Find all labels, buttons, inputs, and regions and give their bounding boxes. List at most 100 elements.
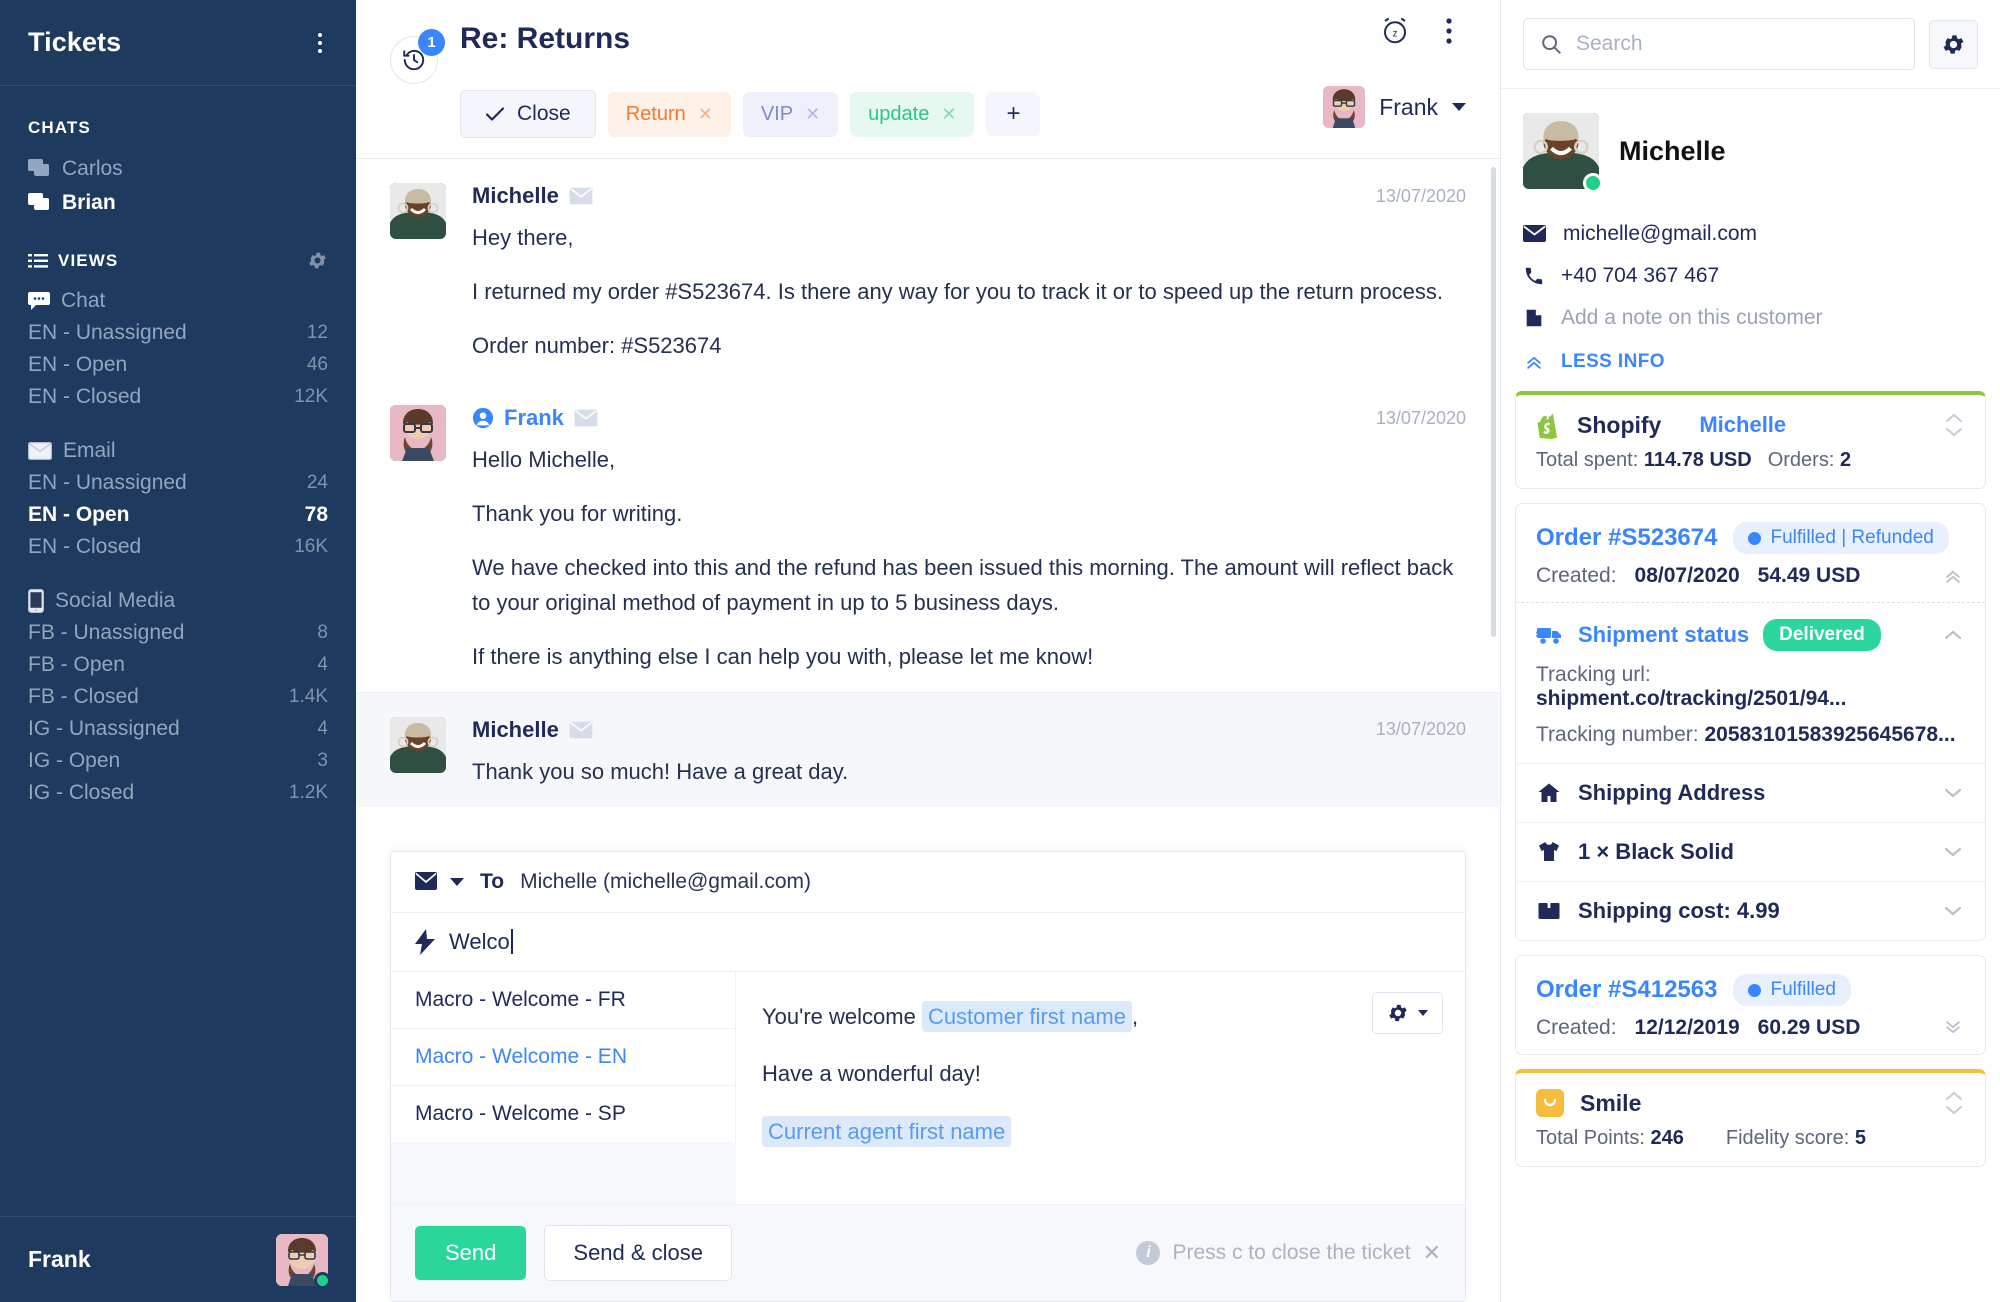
shipping-address-row[interactable]: Shipping Address xyxy=(1516,763,1985,822)
chevron-double-up-icon xyxy=(1523,352,1545,372)
sidebar-chat-brian[interactable]: Brian xyxy=(0,186,356,220)
avatar xyxy=(390,183,446,239)
sidebar-view-email-en-open[interactable]: EN - Open 78 xyxy=(0,499,356,531)
macro-item-fr[interactable]: Macro - Welcome - FR xyxy=(391,972,735,1028)
less-info-toggle[interactable]: LESS INFO xyxy=(1523,339,1978,373)
line-item-row[interactable]: 1 × Black Solid xyxy=(1516,822,1985,881)
sidebar-view-ig-open[interactable]: IG - Open 3 xyxy=(0,745,356,777)
view-count: 16K xyxy=(294,536,328,557)
macro-item-sp[interactable]: Macro - Welcome - SP xyxy=(391,1086,735,1142)
customer-email-row[interactable]: michelle@gmail.com xyxy=(1523,213,1978,255)
sidebar-view-email-en-closed[interactable]: EN - Closed 16K xyxy=(0,531,356,563)
shopify-card-sort-toggle[interactable] xyxy=(1943,412,1965,438)
ticket-header-actions: z xyxy=(1378,14,1466,48)
chevron-down-icon[interactable] xyxy=(1941,904,1965,918)
macro-item-en[interactable]: Macro - Welcome - EN xyxy=(391,1028,735,1086)
info-icon: i xyxy=(1136,1241,1161,1265)
sidebar-settings-gear-icon[interactable] xyxy=(1929,19,1978,69)
sidebar-chat-carlos[interactable]: Carlos xyxy=(0,152,356,186)
thread-scrollbar[interactable] xyxy=(1491,167,1496,637)
sidebar-more-icon[interactable] xyxy=(312,27,328,59)
search-icon xyxy=(1540,33,1562,55)
remove-tag-icon[interactable]: ✕ xyxy=(805,104,820,125)
box-icon xyxy=(1536,899,1562,923)
close-ticket-button[interactable]: Close xyxy=(460,90,596,138)
customer-phone-row[interactable]: +40 704 367 467 xyxy=(1523,255,1978,297)
sidebar-view-ig-unassigned[interactable]: IG - Unassigned 4 xyxy=(0,713,356,745)
macro-search-row[interactable]: Welco xyxy=(391,913,1465,972)
search-container[interactable] xyxy=(1523,18,1915,70)
list-icon xyxy=(28,253,48,269)
view-label: FB - Unassigned xyxy=(28,621,185,644)
ticket-history-button[interactable]: 1 xyxy=(390,29,445,84)
sidebar-view-ig-closed[interactable]: IG - Closed 1.2K xyxy=(0,777,356,809)
sidebar-view-fb-open[interactable]: FB - Open 4 xyxy=(0,649,356,681)
chevron-down-icon[interactable] xyxy=(1941,786,1965,800)
views-section-label: VIEWS xyxy=(0,242,356,285)
view-group-head-social[interactable]: Social Media xyxy=(0,585,356,617)
search-input[interactable] xyxy=(1576,32,1898,56)
sidebar-view-fb-unassigned[interactable]: FB - Unassigned 8 xyxy=(0,617,356,649)
sidebar-view-chat-en-open[interactable]: EN - Open 46 xyxy=(0,349,356,381)
views-settings-gear-icon[interactable] xyxy=(307,250,328,271)
snooze-alarm-icon[interactable]: z xyxy=(1378,14,1412,48)
remove-tag-icon[interactable]: ✕ xyxy=(698,104,713,125)
app-root: Tickets CHATS Carlos Brian VIEWS Chat EN… xyxy=(0,0,2000,1302)
shipment-status-section: Shipment status Delivered Tracking url: … xyxy=(1516,602,1985,763)
sidebar-view-email-en-unassigned[interactable]: EN - Unassigned 24 xyxy=(0,467,356,499)
view-label: EN - Open xyxy=(28,503,130,526)
order-1-id[interactable]: Order #S523674 xyxy=(1536,524,1717,552)
online-status-dot xyxy=(314,1271,331,1289)
sidebar-view-chat-en-unassigned[interactable]: EN - Unassigned 12 xyxy=(0,317,356,349)
channel-selector-envelope-icon[interactable] xyxy=(415,872,464,892)
fidelity-value: 5 xyxy=(1854,1127,1866,1149)
customer-note-row[interactable]: Add a note on this customer xyxy=(1523,297,1978,339)
add-tag-button[interactable]: + xyxy=(986,92,1041,136)
tag-return[interactable]: Return ✕ xyxy=(607,91,731,137)
order-1-created-label: Created: xyxy=(1536,564,1617,587)
macro-settings-button[interactable] xyxy=(1372,992,1443,1034)
message-meta: Michelle 13/07/2020 xyxy=(472,717,1466,743)
shopify-card-header: Shopify Michelle xyxy=(1516,395,1985,445)
ticket-more-icon[interactable] xyxy=(1432,14,1466,48)
tag-vip[interactable]: VIP ✕ xyxy=(742,91,839,137)
order-2-status-text: Fulfilled xyxy=(1770,979,1836,1000)
tracking-number-value[interactable]: 20583101583925645678... xyxy=(1704,723,1955,746)
history-count-badge: 1 xyxy=(418,29,445,56)
shopify-customer-link[interactable]: Michelle xyxy=(1699,412,1786,438)
current-user-name: Frank xyxy=(28,1246,91,1272)
sidebar-view-chat-en-closed[interactable]: EN - Closed 12K xyxy=(0,381,356,413)
shipment-collapse-icon[interactable] xyxy=(1941,628,1965,642)
order-2-id[interactable]: Order #S412563 xyxy=(1536,976,1717,1004)
shipment-status-header[interactable]: Shipment status Delivered xyxy=(1536,619,1965,651)
macro-search-input[interactable]: Welco xyxy=(449,929,513,955)
shipment-status-label: Shipment status xyxy=(1578,622,1750,647)
composer-actions: Send Send & close i Press c to close the… xyxy=(391,1204,1465,1301)
view-count: 12 xyxy=(306,322,328,343)
assignee-selector[interactable]: Frank xyxy=(1323,86,1466,128)
customer-online-dot xyxy=(1583,173,1603,193)
to-value[interactable]: Michelle (michelle@gmail.com) xyxy=(520,870,811,894)
home-icon xyxy=(1536,781,1562,805)
envelope-icon xyxy=(574,409,598,427)
line-item-label: 1 × Black Solid xyxy=(1578,839,1734,864)
message-paragraph: We have checked into this and the refund… xyxy=(472,555,1454,615)
order-1-collapse-icon[interactable] xyxy=(1941,566,1965,586)
add-note-placeholder: Add a note on this customer xyxy=(1561,306,1823,329)
send-button[interactable]: Send xyxy=(415,1226,527,1280)
shipping-cost-row[interactable]: Shipping cost: 4.99 xyxy=(1516,881,1985,940)
smile-card-sort-toggle[interactable] xyxy=(1943,1090,1965,1116)
view-count: 46 xyxy=(306,354,328,375)
current-user-avatar[interactable] xyxy=(276,1233,331,1289)
tracking-url-value[interactable]: shipment.co/tracking/2501/94... xyxy=(1536,687,1846,710)
dismiss-hint-icon[interactable]: ✕ xyxy=(1423,1240,1441,1266)
view-group-head-chat[interactable]: Chat xyxy=(0,285,356,317)
tag-update[interactable]: update ✕ xyxy=(850,91,975,137)
fidelity-label: Fidelity score: xyxy=(1725,1127,1850,1149)
sidebar-view-fb-closed[interactable]: FB - Closed 1.4K xyxy=(0,681,356,713)
view-group-head-email[interactable]: Email xyxy=(0,435,356,467)
chevron-down-icon[interactable] xyxy=(1941,845,1965,859)
remove-tag-icon[interactable]: ✕ xyxy=(941,104,956,125)
send-and-close-button[interactable]: Send & close xyxy=(544,1225,733,1281)
order-2-expand-icon[interactable] xyxy=(1941,1018,1965,1038)
